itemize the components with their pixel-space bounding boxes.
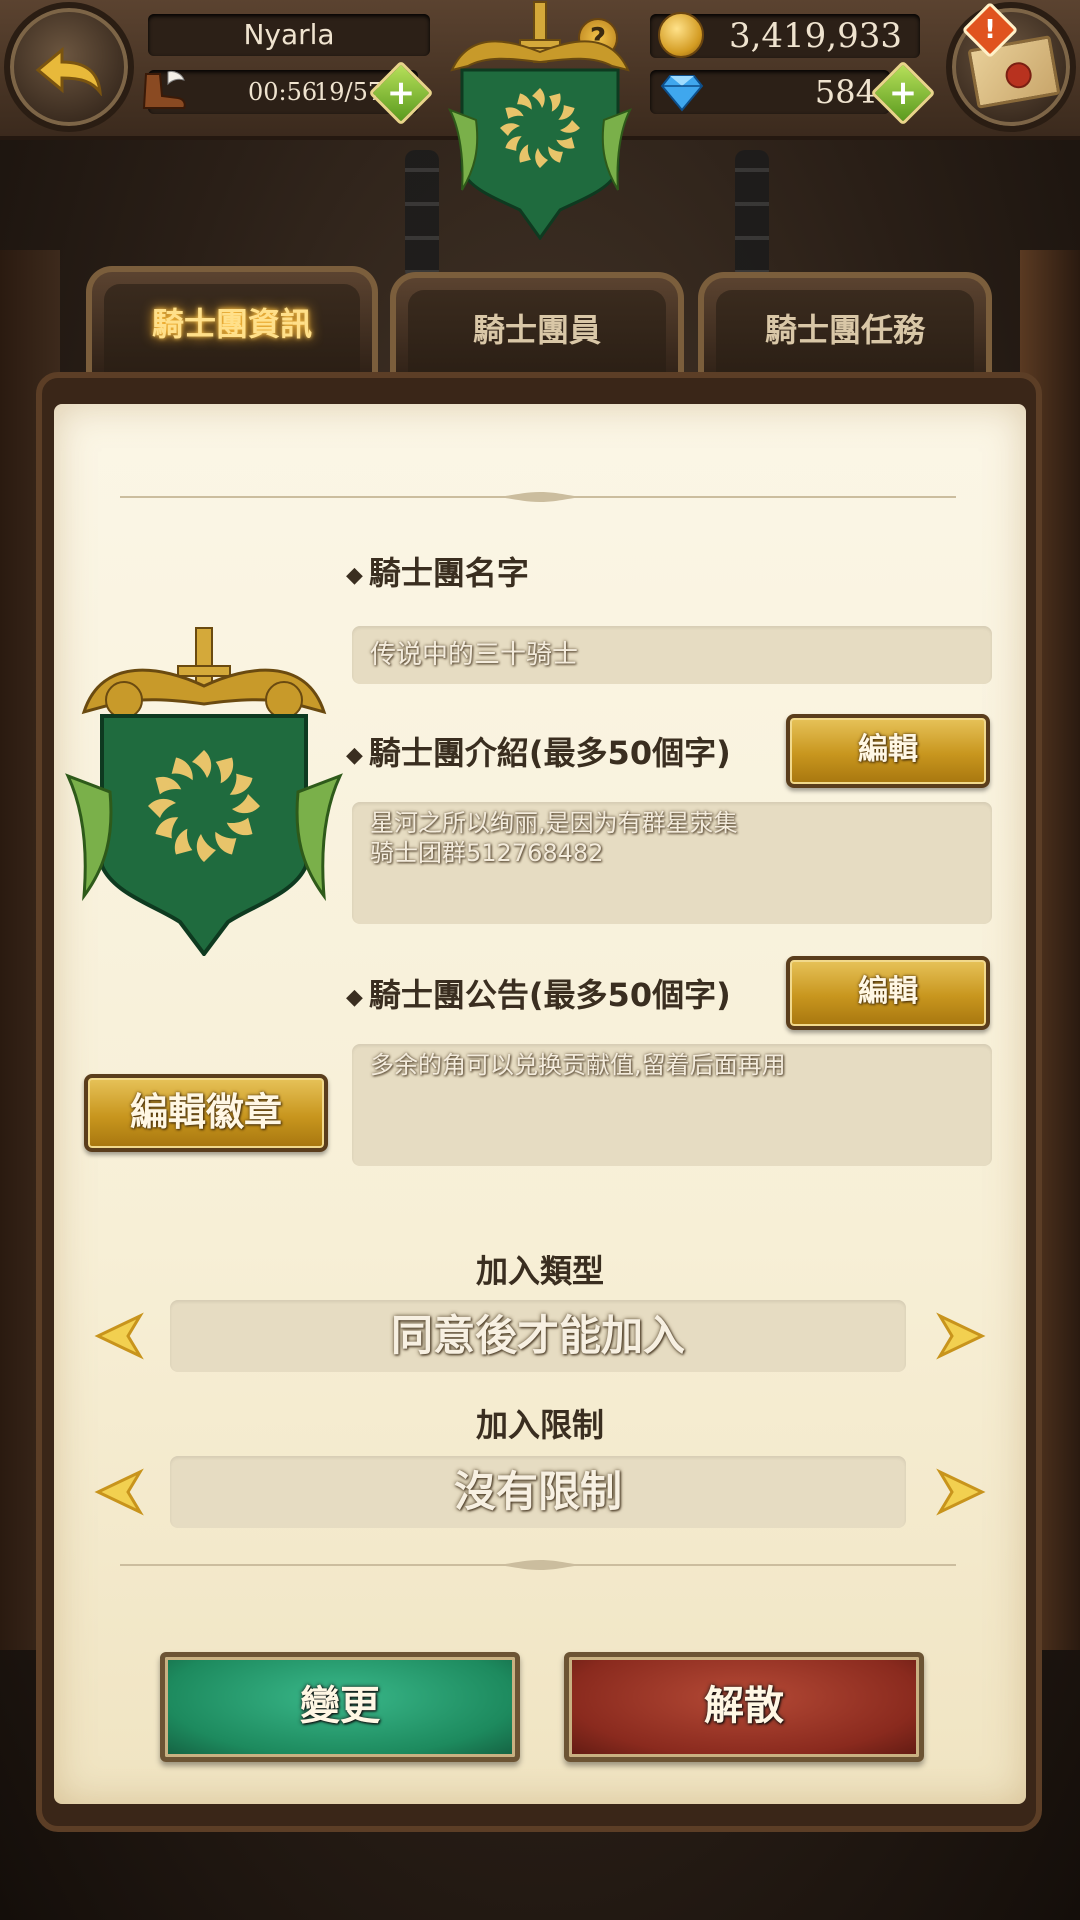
chain-right-decoration <box>735 150 769 280</box>
stamina-timer: 00:56 <box>248 78 318 106</box>
join-type-next-arrow-icon[interactable] <box>932 1308 988 1364</box>
disband-button[interactable]: 解散 <box>564 1652 924 1762</box>
guild-name-label: ◆ 騎士團名字 <box>346 554 529 592</box>
join-limit-next-arrow-icon[interactable] <box>932 1464 988 1520</box>
tab-guild-quests[interactable]: 騎士團任務 <box>698 272 992 382</box>
guild-notice-field: 多余的角可以兑换贡献值,留着后面再用 <box>352 1044 992 1166</box>
guild-intro-field: 星河之所以绚丽,是因为有群星荥集 骑士团群512768482 <box>352 802 992 924</box>
divider-ornament-icon <box>490 1560 590 1570</box>
guild-emblem-header-icon <box>447 1 633 240</box>
guild-name-field: 传说中的三十骑士 <box>352 626 992 684</box>
guild-notice-label: ◆ 騎士團公告(最多50個字) <box>346 976 731 1014</box>
tab-guild-quests-label: 騎士團任務 <box>716 290 974 382</box>
tab-guild-info[interactable]: 騎士團資訊 <box>86 266 378 376</box>
change-button[interactable]: 變更 <box>160 1652 520 1762</box>
edit-notice-button[interactable]: 編輯 <box>786 956 990 1030</box>
join-limit-label: 加入限制 <box>475 1406 604 1444</box>
divider-ornament-icon <box>490 492 590 502</box>
plus-icon: + <box>888 73 918 113</box>
gold-coin-icon <box>658 12 704 58</box>
diamond-bullet-icon: ◆ <box>346 562 363 588</box>
join-limit-value: 沒有限制 <box>170 1456 906 1528</box>
join-type-value: 同意後才能加入 <box>170 1300 906 1372</box>
guild-emblem-icon <box>65 627 343 956</box>
chain-left-decoration <box>405 150 439 280</box>
tab-guild-members-label: 騎士團員 <box>408 290 666 382</box>
mail-button[interactable] <box>946 2 1076 132</box>
tab-guild-info-label: 騎士團資訊 <box>104 284 360 376</box>
back-button[interactable] <box>4 2 134 132</box>
disband-button-label: 解散 <box>704 1683 784 1729</box>
plus-icon: + <box>386 73 416 113</box>
diamond-gem-icon <box>660 75 704 112</box>
change-button-label: 變更 <box>300 1683 380 1729</box>
join-type-label: 加入類型 <box>475 1252 604 1290</box>
tab-guild-members[interactable]: 騎士團員 <box>390 272 684 382</box>
diamond-bullet-icon: ◆ <box>346 742 363 768</box>
guild-intro-label: ◆ 騎士團介紹(最多50個字) <box>346 734 731 772</box>
back-arrow-icon <box>35 46 102 96</box>
join-limit-prev-arrow-icon[interactable] <box>92 1464 148 1520</box>
edit-intro-button[interactable]: 編輯 <box>786 714 990 788</box>
diamond-bullet-icon: ◆ <box>346 984 363 1010</box>
boot-stamina-icon <box>142 71 186 109</box>
join-type-prev-arrow-icon[interactable] <box>92 1308 148 1364</box>
player-name: Nyarla <box>148 14 430 56</box>
edit-badge-button[interactable]: 編輯徽章 <box>84 1074 328 1152</box>
